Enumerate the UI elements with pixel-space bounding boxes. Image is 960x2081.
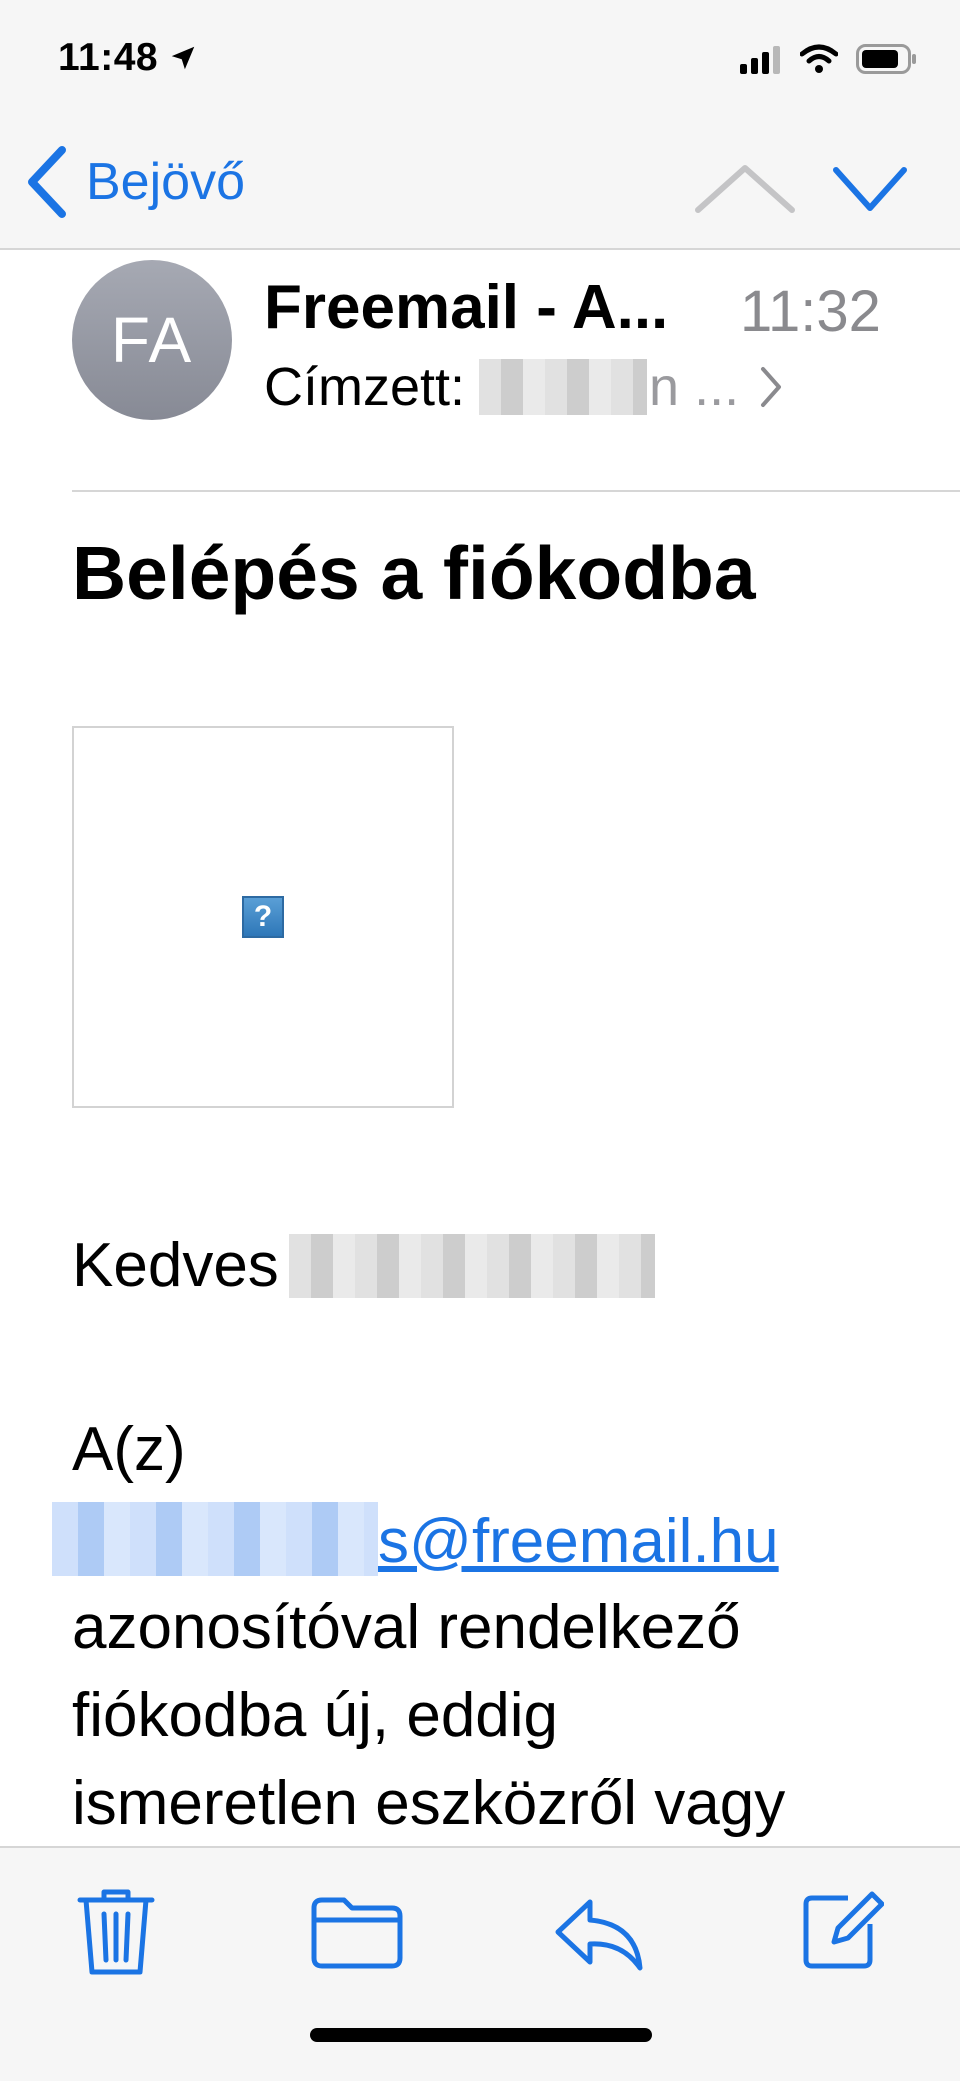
recipient-redacted — [479, 359, 648, 415]
cellular-signal-icon — [740, 46, 780, 74]
bottom-toolbar — [0, 1846, 960, 2081]
greeting-line: Kedves — [72, 1230, 655, 1301]
nav-bar: Bejövő — [0, 120, 960, 250]
email-redacted — [52, 1502, 378, 1576]
trash-icon[interactable] — [76, 1884, 156, 1980]
back-label: Bejövő — [86, 153, 245, 211]
status-bar: 11:48 — [0, 0, 960, 120]
body-line-4: fiókodba új, eddig — [72, 1681, 559, 1750]
body-line-2: s@freemail.hu — [52, 1502, 779, 1577]
broken-image-icon: ? — [242, 896, 284, 938]
status-time: 11:48 — [58, 36, 159, 79]
reply-icon[interactable] — [552, 1896, 646, 1972]
home-indicator — [310, 2028, 652, 2042]
received-time: 11:32 — [740, 279, 881, 344]
status-time-group: 11:48 — [58, 36, 198, 80]
next-message-chevron-down-icon[interactable] — [830, 160, 910, 220]
status-indicators — [740, 44, 918, 74]
battery-icon — [856, 44, 916, 74]
wifi-icon — [800, 44, 838, 73]
compose-icon[interactable] — [800, 1884, 884, 1972]
sender-name[interactable]: Freemail - A... — [264, 272, 668, 343]
email-image-placeholder: ? — [72, 726, 454, 1108]
recipient-tail: n ... — [649, 357, 740, 417]
name-redacted — [288, 1234, 655, 1298]
back-button[interactable]: Bejövő — [24, 142, 245, 222]
email-subject: Belépés a fiókodba — [72, 531, 756, 615]
recipient-row[interactable]: Címzett: n ... — [264, 356, 783, 418]
sender-avatar[interactable]: FA — [72, 260, 232, 420]
body-line-3: azonosítóval rendelkező — [72, 1593, 741, 1662]
greeting-text: Kedves — [72, 1231, 279, 1300]
chevron-right-icon — [761, 367, 782, 407]
location-arrow-icon — [171, 46, 195, 70]
folder-icon[interactable] — [310, 1894, 404, 1970]
body-line-1: A(z) — [72, 1415, 186, 1484]
header-divider — [72, 490, 960, 492]
previous-message-chevron-up-icon[interactable] — [690, 160, 800, 220]
chevron-left-icon — [28, 146, 66, 218]
body-line-5: ismeretlen eszközről vagy — [72, 1769, 786, 1838]
email-address-link[interactable]: s@freemail.hu — [378, 1507, 779, 1576]
recipient-label: Címzett: — [264, 357, 466, 417]
